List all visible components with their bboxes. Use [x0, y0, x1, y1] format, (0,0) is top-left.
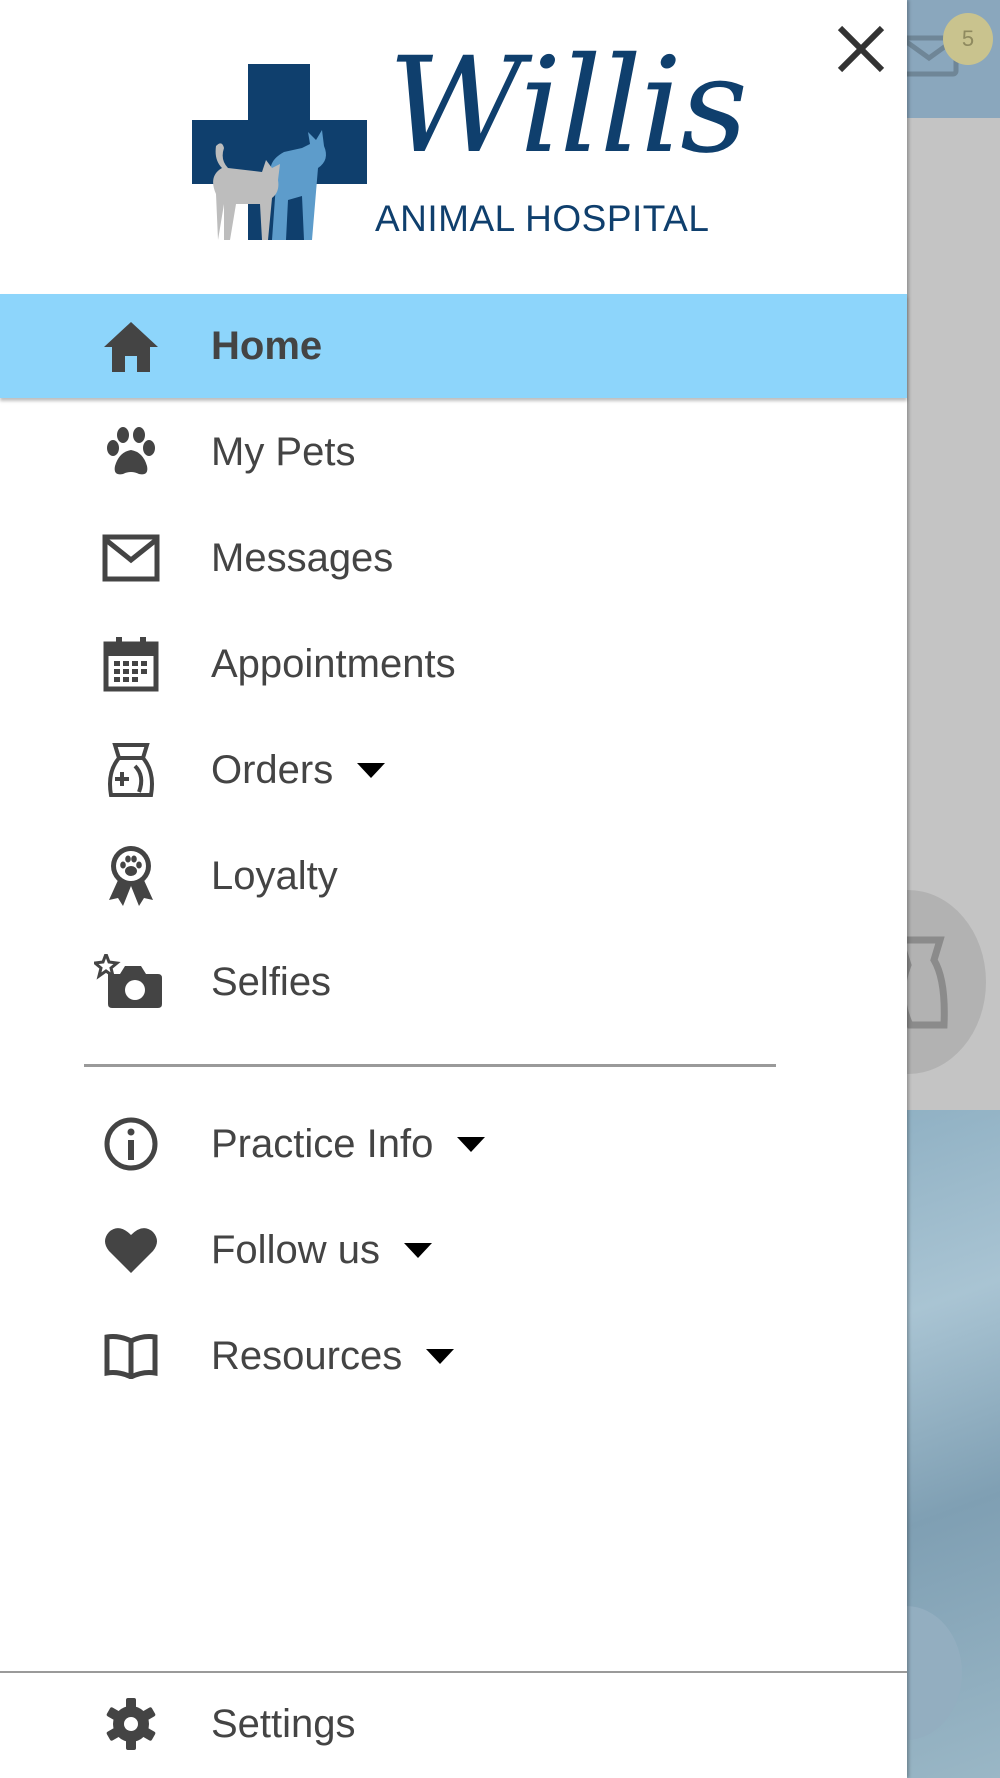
paw-icon [100, 421, 162, 483]
logo-cross-icon [192, 64, 367, 240]
logo-name: Willis [388, 29, 748, 183]
menu-item-label: Home [211, 323, 323, 368]
calendar-icon [100, 633, 162, 695]
menu-item-label: Messages [211, 535, 394, 580]
info-icon [100, 1113, 162, 1175]
menu-item-messages[interactable]: Messages [0, 506, 907, 610]
menu-item-loyalty[interactable]: Loyalty [0, 824, 907, 928]
menu-item-orders[interactable]: Orders [0, 718, 907, 822]
envelope-icon [100, 527, 162, 589]
logo-subtitle: ANIMAL HOSPITAL [375, 198, 710, 239]
navigation-drawer: Willis ANIMAL HOSPITAL Home My Pets Mess… [0, 0, 907, 1778]
chevron-down-icon [403, 1242, 432, 1258]
menu-item-label-text: Follow us [211, 1227, 380, 1272]
camera-sparkle-icon [94, 951, 166, 1013]
logo-subtitle-wrap: ANIMAL HOSPITAL [375, 198, 720, 240]
menu-item-label: Appointments [211, 641, 456, 686]
menu-item-label: Resources [211, 1333, 455, 1379]
menu-item-home[interactable]: Home [0, 294, 907, 398]
menu-item-appointments[interactable]: Appointments [0, 612, 907, 716]
chevron-down-icon [426, 1348, 455, 1364]
menu-item-label: Orders [211, 747, 386, 793]
chevron-down-icon [457, 1136, 486, 1152]
menu-item-label: Practice Info [211, 1121, 486, 1167]
menu-item-label: Settings [211, 1701, 356, 1746]
menu-item-follow-us[interactable]: Follow us [0, 1198, 907, 1302]
heart-icon [100, 1219, 162, 1281]
menu-item-label-text: Practice Info [211, 1121, 434, 1166]
menu-item-selfies[interactable]: Selfies [0, 930, 907, 1034]
chevron-down-icon [357, 762, 386, 778]
home-icon [100, 315, 162, 377]
menu-item-label: Follow us [211, 1228, 432, 1273]
award-ribbon-icon [100, 845, 162, 907]
menu-item-my-pets[interactable]: My Pets [0, 400, 907, 504]
menu-item-settings[interactable]: Settings [0, 1672, 907, 1776]
menu-item-label: Loyalty [211, 853, 338, 898]
menu-divider [84, 1064, 776, 1067]
book-icon [100, 1325, 162, 1387]
close-icon[interactable] [830, 18, 892, 80]
menu-item-resources[interactable]: Resources [0, 1304, 907, 1408]
menu-item-label-text: Orders [211, 747, 334, 792]
menu-item-label: Selfies [211, 959, 332, 1004]
menu-item-label: My Pets [211, 429, 356, 474]
menu-item-practice-info[interactable]: Practice Info [0, 1092, 907, 1196]
pet-food-bag-icon [100, 739, 162, 801]
gear-icon [100, 1693, 162, 1755]
notification-badge: 5 [943, 13, 993, 65]
menu-item-label-text: Resources [211, 1333, 403, 1378]
